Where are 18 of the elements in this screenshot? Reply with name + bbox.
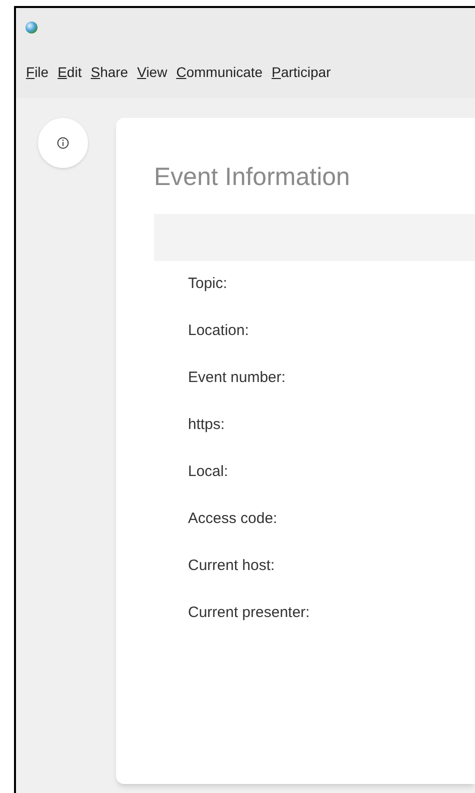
- field-label: Event number:: [188, 368, 287, 388]
- field-label: https:: [188, 415, 226, 436]
- info-icon: [57, 137, 69, 149]
- menu-item[interactable]: View: [137, 62, 168, 82]
- info-button[interactable]: [38, 118, 88, 168]
- menu-item[interactable]: Share: [90, 62, 128, 82]
- menu-item[interactable]: File: [26, 62, 49, 82]
- menu-item[interactable]: Communicate: [176, 62, 263, 82]
- menu-item[interactable]: Participar: [272, 62, 331, 82]
- menu-item[interactable]: Edit: [58, 62, 82, 82]
- field-label: Current presenter:: [188, 603, 311, 624]
- field-label: Current host:: [188, 556, 276, 576]
- field-label: Topic:: [188, 274, 228, 294]
- field-label: Access code:: [188, 509, 278, 530]
- card-title: Event Information: [154, 162, 351, 193]
- app-logo-icon: [25, 20, 38, 34]
- field-label: Local:: [188, 462, 230, 482]
- field-label: Location:: [188, 321, 250, 342]
